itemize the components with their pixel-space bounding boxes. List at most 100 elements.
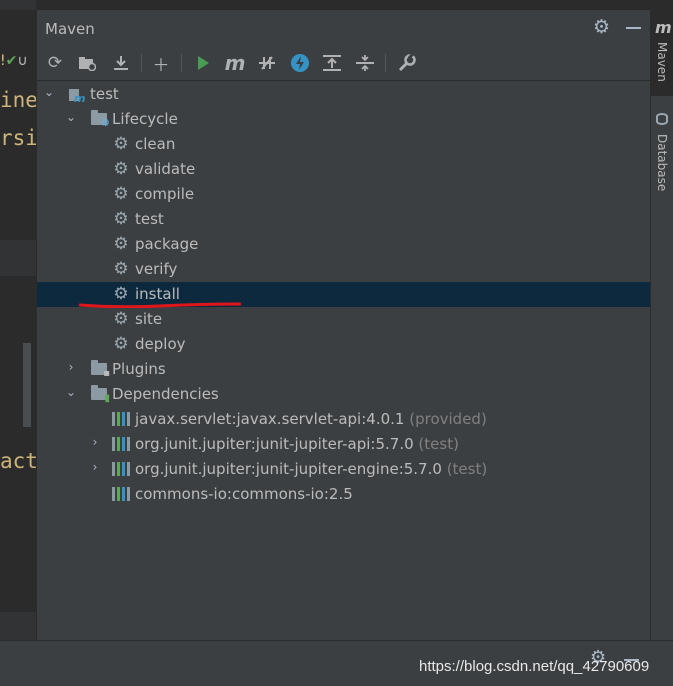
dependency-name: commons-io:commons-io:2.5 [135, 485, 353, 503]
library-icon [112, 435, 130, 453]
dependency-name: javax.servlet:javax.servlet-api:4.0.1 [135, 410, 405, 428]
dependency-item[interactable]: › org.junit.jupiter:junit-jupiter-engine… [37, 457, 651, 482]
dependencies-folder-icon: ▮ [90, 385, 110, 404]
database-icon [656, 113, 668, 125]
library-icon [112, 410, 130, 428]
lifecycle-folder-icon: ⚙ [90, 110, 110, 129]
skip-tests-icon[interactable] [288, 51, 312, 75]
editor-gutter: !✔∪ ine rsi act [0, 0, 38, 685]
goal-label: clean [135, 135, 176, 153]
dependency-name: org.junit.jupiter:junit-jupiter-api:5.7.… [135, 435, 414, 453]
watermark-text: https://blog.csdn.net/qq_42790609 [419, 658, 650, 675]
reload-icon[interactable]: ⟳ [43, 51, 67, 75]
gear-icon[interactable]: ⚙ [593, 16, 610, 38]
tab-maven[interactable]: m Maven [651, 10, 673, 96]
goal-label: deploy [135, 335, 186, 353]
dependency-item[interactable]: javax.servlet:javax.servlet-api:4.0.1 (p… [37, 407, 651, 432]
show-dependencies-icon[interactable] [320, 51, 344, 75]
goal-label: test [135, 210, 164, 228]
execute-goal-icon[interactable]: m [223, 51, 247, 75]
run-icon[interactable] [191, 51, 215, 75]
gear-icon: ⚙ [113, 134, 129, 154]
gear-icon: ⚙ [113, 159, 129, 179]
project-label: test [90, 85, 119, 103]
red-underline-annotation [79, 302, 241, 308]
editor-band [0, 612, 36, 640]
toolbar-separator [181, 54, 182, 72]
library-icon [112, 485, 130, 503]
tree-node-dependencies[interactable]: ⌄ ▮ Dependencies [37, 382, 651, 407]
editor-band [0, 240, 36, 276]
goal-label: install [135, 285, 180, 303]
chevron-right-icon[interactable]: › [65, 360, 77, 374]
plugins-folder-icon: ▪ [90, 360, 110, 379]
gear-icon: ⚙ [113, 284, 129, 304]
generate-sources-icon[interactable] [75, 51, 99, 75]
right-tool-bar: m Maven Database [650, 10, 673, 640]
dependency-scope: (test) [446, 460, 488, 478]
toolbar-separator [141, 54, 142, 72]
gear-icon: ⚙ [113, 234, 129, 254]
lifecycle-goal-validate[interactable]: ⚙ validate [37, 157, 651, 182]
lifecycle-goal-clean[interactable]: ⚙ clean [37, 132, 651, 157]
panel-title: Maven [45, 20, 95, 38]
settings-wrench-icon[interactable] [394, 51, 418, 75]
maven-m-icon: m [655, 18, 672, 37]
gear-icon: ⚙ [113, 334, 129, 354]
chevron-down-icon[interactable]: ⌄ [43, 85, 55, 99]
tree-node-plugins[interactable]: › ▪ Plugins [37, 357, 651, 382]
maven-toolbar: ⟳ ＋ m [37, 46, 651, 81]
code-fragment: rsi [0, 126, 38, 150]
code-fragment: ine [0, 88, 38, 112]
code-fragment: act [0, 449, 38, 473]
tab-maven-label: Maven [655, 42, 669, 82]
goal-label: compile [135, 185, 195, 203]
collapse-all-icon[interactable] [353, 51, 377, 75]
gear-icon: ⚙ [113, 209, 129, 229]
lifecycle-goal-compile[interactable]: ⚙ compile [37, 182, 651, 207]
add-icon[interactable]: ＋ [149, 51, 173, 76]
panel-header: Maven ⚙ [37, 10, 651, 46]
goal-label: validate [135, 160, 196, 178]
toolbar-separator [385, 54, 386, 72]
tab-database-label: Database [655, 134, 669, 192]
toggle-offline-icon[interactable] [255, 51, 279, 75]
dependency-item[interactable]: commons-io:commons-io:2.5 [37, 482, 651, 507]
download-icon[interactable] [109, 51, 133, 75]
gear-icon: ⚙ [113, 259, 129, 279]
lifecycle-goal-package[interactable]: ⚙ package [37, 232, 651, 257]
editor-scrollbar[interactable] [23, 343, 31, 427]
dependency-item[interactable]: › org.junit.jupiter:junit-jupiter-api:5.… [37, 432, 651, 457]
dependency-scope: (provided) [409, 410, 487, 428]
chevron-down-icon[interactable]: ⌄ [65, 110, 77, 124]
gear-icon: ⚙ [113, 309, 129, 329]
lifecycle-goal-deploy[interactable]: ⚙ deploy [37, 332, 651, 357]
maven-tool-window: Maven ⚙ ⟳ ＋ m ⌄ m test ⌄ ⚙ Lifecycle ⚙ c… [36, 10, 651, 640]
goal-label: verify [135, 260, 178, 278]
gear-icon: ⚙ [113, 184, 129, 204]
svg-text:m: m [74, 92, 85, 103]
chevron-right-icon[interactable]: › [89, 460, 101, 474]
editor-tab-strip [0, 0, 36, 10]
chevron-icon: ∪ [17, 53, 28, 69]
dependency-scope: (test) [418, 435, 459, 453]
tree-node-project[interactable]: ⌄ m test [37, 82, 651, 107]
chevron-right-icon[interactable]: › [89, 435, 101, 449]
library-icon [112, 460, 130, 478]
goal-label: site [135, 310, 163, 328]
check-icon: ✔ [5, 53, 18, 69]
editor-marks: !✔∪ [0, 53, 28, 69]
goal-label: package [135, 235, 199, 253]
maven-project-icon: m [67, 85, 85, 103]
lifecycle-goal-test[interactable]: ⚙ test [37, 207, 651, 232]
lifecycle-goal-site[interactable]: ⚙ site [37, 307, 651, 332]
dependency-name: org.junit.jupiter:junit-jupiter-engine:5… [135, 460, 442, 478]
minimize-icon[interactable] [626, 27, 641, 29]
chevron-down-icon[interactable]: ⌄ [65, 385, 77, 399]
plugins-label: Plugins [112, 360, 166, 378]
tree-node-lifecycle[interactable]: ⌄ ⚙ Lifecycle [37, 107, 651, 132]
bottom-tool-strip: ⚙ https://blog.csdn.net/qq_42790609 [0, 640, 673, 686]
dependencies-label: Dependencies [112, 385, 219, 403]
lifecycle-goal-verify[interactable]: ⚙ verify [37, 257, 651, 282]
lifecycle-label: Lifecycle [112, 110, 178, 128]
